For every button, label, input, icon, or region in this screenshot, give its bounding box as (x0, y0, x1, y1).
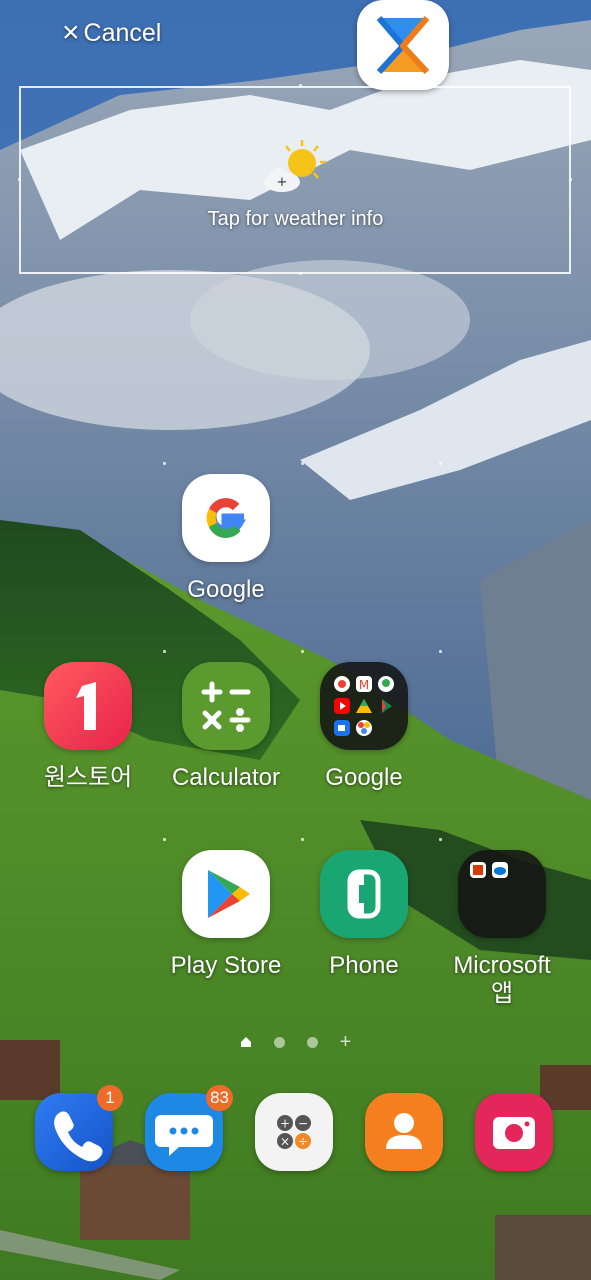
app-label: Calculator (171, 764, 281, 791)
dock-messages[interactable]: 83 (145, 1085, 233, 1171)
svg-text:M: M (359, 678, 369, 692)
app-label: Play Store (170, 952, 282, 979)
cancel-label: Cancel (83, 18, 162, 47)
calculator-keys-icon: + − × ÷ (277, 1115, 311, 1149)
svg-text:+: + (277, 175, 288, 190)
dock-contacts[interactable] (365, 1093, 443, 1171)
resize-handle-left[interactable] (18, 178, 21, 181)
svg-text:÷: ÷ (298, 1135, 308, 1149)
app-label-line1: Microsoft (453, 952, 551, 979)
grid-dot (163, 650, 166, 653)
resize-handle-right[interactable] (569, 178, 572, 181)
grid-dot (301, 462, 304, 465)
app-onestore[interactable]: 원스토어 (18, 662, 158, 792)
grid-dot (301, 650, 304, 653)
page-indicator[interactable]: + (0, 1032, 591, 1052)
add-page-icon[interactable]: + (340, 1032, 352, 1052)
xender-app-icon[interactable] (357, 0, 449, 90)
svg-text:×: × (280, 1135, 290, 1149)
app-label: Google (325, 764, 403, 791)
page-dot[interactable] (306, 1036, 318, 1048)
page-dot[interactable] (273, 1036, 285, 1048)
app-label: Phone (329, 952, 399, 979)
cancel-button[interactable]: × Cancel (62, 18, 161, 48)
app-label-line2: 앱 (490, 980, 514, 1007)
app-label: 원스토어 (43, 764, 133, 791)
weather-sun-cloud-icon[interactable]: + (260, 138, 332, 194)
notification-badge: 1 (97, 1085, 123, 1111)
svg-text:+: + (280, 1117, 290, 1131)
grid-dot (163, 838, 166, 841)
weather-prompt[interactable]: Tap for weather info (0, 208, 591, 231)
grid-dot (439, 650, 442, 653)
svg-text:−: − (298, 1117, 308, 1131)
dock-phone[interactable]: 1 (35, 1085, 123, 1171)
app-label: Google (187, 576, 265, 603)
google-g-icon (182, 474, 270, 562)
close-icon: × (62, 16, 80, 49)
app-play-store[interactable]: Play Store (156, 850, 296, 980)
grid-dot (439, 838, 442, 841)
grid-dot (301, 838, 304, 841)
app-calculator[interactable]: Calculator (156, 662, 296, 792)
app-label: Microsoft 앱 (432, 952, 572, 1008)
folder-microsoft[interactable]: Microsoft 앱 (432, 850, 572, 1008)
onestore-icon (44, 662, 132, 750)
resize-handle-top[interactable] (299, 84, 302, 87)
app-google[interactable]: Google (156, 474, 296, 604)
folder-google[interactable]: M Google (294, 662, 434, 792)
grid-dot (439, 462, 442, 465)
notification-badge: 83 (206, 1085, 233, 1111)
app-phone[interactable]: Phone (294, 850, 434, 980)
phone-icon (320, 850, 408, 938)
google-folder-icon: M (320, 662, 408, 750)
calculator-icon (182, 662, 270, 750)
grid-dot (163, 462, 166, 465)
resize-handle-bottom[interactable] (299, 272, 302, 275)
person-icon (386, 1113, 422, 1149)
play-store-icon (182, 850, 270, 938)
xender-logo-icon (376, 16, 430, 75)
dock-camera[interactable] (475, 1093, 553, 1171)
microsoft-folder-icon (458, 850, 546, 938)
camera-icon (493, 1117, 535, 1149)
home-page-icon[interactable] (240, 1036, 252, 1048)
dock-calculator[interactable]: + − × ÷ (255, 1093, 333, 1171)
